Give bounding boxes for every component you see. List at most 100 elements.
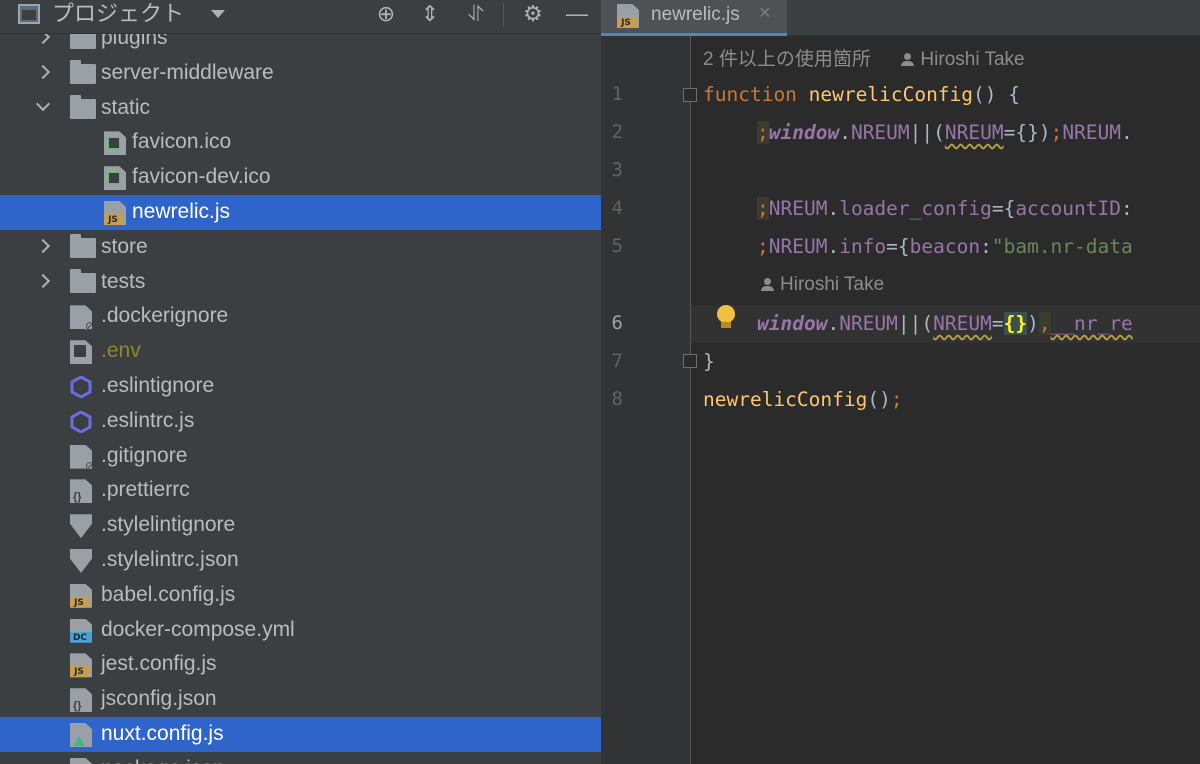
ignore-file-icon bbox=[70, 444, 92, 469]
usage-count[interactable]: 2 件以上の使用箇所 bbox=[703, 49, 871, 70]
project-window-icon bbox=[18, 4, 40, 24]
tree-item[interactable]: JS jest.config.js bbox=[0, 647, 601, 682]
code-line-4: ;NREUM.loader_config={accountID: bbox=[757, 197, 1133, 220]
docker-compose-icon: DC bbox=[70, 618, 92, 643]
folder-icon bbox=[70, 268, 96, 293]
line-number: 8 bbox=[611, 388, 623, 410]
person-icon bbox=[761, 278, 774, 291]
tree-item-label: .eslintignore bbox=[101, 374, 215, 397]
folder-icon bbox=[70, 59, 96, 84]
line-number: 5 bbox=[611, 235, 623, 257]
tree-item-label: .env bbox=[101, 339, 141, 363]
tree-item[interactable]: .eslintignore bbox=[0, 369, 601, 404]
tree-item-label: package.json bbox=[101, 756, 225, 764]
chevron-right-icon[interactable] bbox=[35, 238, 51, 253]
tree-item[interactable]: JS newrelic.js bbox=[0, 195, 601, 230]
tree-item[interactable]: .prettierrc bbox=[0, 473, 601, 508]
text-file-icon bbox=[70, 340, 92, 365]
tab-newrelic-js[interactable]: JS newrelic.js × bbox=[601, 0, 787, 36]
code-line-1: function newrelicConfig() { bbox=[703, 83, 1021, 106]
tree-item-label: .stylelintignore bbox=[101, 513, 236, 537]
tree-item[interactable]: .dockerignore bbox=[0, 299, 601, 334]
js-file-icon: JS bbox=[70, 653, 92, 678]
collapse-all-icon[interactable]: ⥯ bbox=[461, 0, 491, 28]
tree-item[interactable]: .stylelintrc.json bbox=[0, 543, 601, 578]
tree-item[interactable]: .env bbox=[0, 334, 601, 369]
close-icon[interactable]: × bbox=[759, 2, 771, 25]
js-file-icon: JS bbox=[104, 201, 126, 225]
tree-item[interactable]: .stylelintignore bbox=[0, 508, 601, 543]
tree-item[interactable]: jsconfig.json bbox=[0, 682, 601, 717]
fold-marker-icon[interactable] bbox=[683, 88, 697, 102]
tree-item-label: favicon-dev.ico bbox=[132, 165, 271, 189]
nuxt-file-icon bbox=[70, 723, 92, 747]
tree-item[interactable]: package.json bbox=[0, 752, 601, 764]
chevron-down-icon[interactable] bbox=[211, 10, 225, 18]
project-panel: プロジェクト ⊕ ⇕ ⥯ ⚙ — plugins server-middlewar… bbox=[0, 0, 601, 764]
minimize-icon[interactable]: — bbox=[562, 0, 592, 28]
tree-item[interactable]: favicon-dev.ico bbox=[0, 160, 601, 195]
ignore-file-icon bbox=[70, 305, 92, 330]
tree-item-label: .eslintrc.js bbox=[101, 408, 195, 432]
line-number: 3 bbox=[611, 159, 623, 181]
toolbar-divider bbox=[503, 2, 504, 26]
image-file-icon bbox=[104, 131, 126, 156]
tree-item[interactable]: nuxt.config.js bbox=[0, 717, 601, 752]
tree-item-label: .stylelintrc.json bbox=[101, 548, 239, 571]
line-number: 1 bbox=[611, 83, 623, 105]
project-title[interactable]: プロジェクト bbox=[52, 1, 184, 27]
chevron-down-icon[interactable] bbox=[35, 96, 51, 111]
tree-item-label: newrelic.js bbox=[132, 200, 231, 223]
tree-item-label: .prettierrc bbox=[101, 478, 190, 502]
line-number: 6 bbox=[611, 312, 623, 334]
line-number: 4 bbox=[611, 197, 623, 219]
gear-icon[interactable]: ⚙ bbox=[518, 0, 548, 28]
folder-icon bbox=[70, 94, 96, 119]
js-file-icon: JS bbox=[70, 583, 92, 608]
tree-item[interactable]: store bbox=[0, 230, 601, 265]
code-line-7: } bbox=[703, 350, 715, 373]
eslint-icon bbox=[70, 375, 92, 399]
author-inlay[interactable]: Hiroshi Take bbox=[761, 274, 884, 296]
editor: JS newrelic.js × 1 2 3 4 5 6 7 8 2 件以上の使… bbox=[601, 0, 1200, 764]
tree-item-label: .dockerignore bbox=[101, 304, 229, 328]
code-line-8: newrelicConfig(); bbox=[703, 388, 903, 411]
tree-item[interactable]: .gitignore bbox=[0, 439, 601, 474]
eslint-icon bbox=[70, 410, 92, 434]
expand-all-icon[interactable]: ⇕ bbox=[415, 0, 445, 28]
json-file-icon bbox=[70, 479, 92, 504]
tree-item-label: jsconfig.json bbox=[101, 687, 217, 711]
folder-icon bbox=[70, 233, 96, 258]
tree-item[interactable]: .eslintrc.js bbox=[0, 404, 601, 439]
tree-item-label: static bbox=[101, 95, 151, 119]
usage-hint[interactable]: 2 件以上の使用箇所 Hiroshi Take bbox=[703, 44, 1025, 71]
tree-item[interactable]: favicon.ico bbox=[0, 125, 601, 160]
tree-item[interactable]: tests bbox=[0, 265, 601, 300]
tree-item[interactable]: JS babel.config.js bbox=[0, 578, 601, 613]
tree-item[interactable]: DC docker-compose.yml bbox=[0, 613, 601, 648]
chevron-right-icon[interactable] bbox=[35, 64, 51, 79]
chevron-right-icon[interactable] bbox=[35, 273, 51, 288]
js-file-icon: JS bbox=[617, 4, 639, 28]
json-file-icon bbox=[70, 757, 92, 764]
tree-item-label: .gitignore bbox=[101, 443, 188, 467]
tree-item-label: docker-compose.yml bbox=[101, 617, 295, 641]
tab-label: newrelic.js bbox=[651, 4, 740, 25]
tree-item[interactable]: static bbox=[0, 91, 601, 126]
person-icon bbox=[901, 53, 915, 66]
code-area[interactable]: 2 件以上の使用箇所 Hiroshi Take function newreli… bbox=[703, 36, 1200, 764]
line-number: 2 bbox=[611, 121, 623, 143]
project-header: プロジェクト ⊕ ⇕ ⥯ ⚙ — bbox=[0, 0, 601, 34]
fold-marker-icon[interactable] bbox=[683, 354, 697, 368]
image-file-icon bbox=[104, 166, 126, 191]
code-line-2: ;window.NREUM||(NREUM={});NREUM. bbox=[757, 121, 1133, 144]
locate-file-icon[interactable]: ⊕ bbox=[371, 0, 401, 28]
code-line-5: ;NREUM.info={beacon:"bam.nr-data bbox=[757, 235, 1133, 258]
code-line-6: window.NREUM||(NREUM={}),__nr_re bbox=[757, 312, 1133, 335]
tree-item-label: store bbox=[101, 234, 148, 258]
tab-bar: JS newrelic.js × bbox=[601, 0, 1200, 36]
json-file-icon bbox=[70, 688, 92, 713]
stylelint-icon bbox=[70, 514, 92, 539]
author-name: Hiroshi Take bbox=[780, 274, 885, 295]
tree-item[interactable]: server-middleware bbox=[0, 56, 601, 91]
